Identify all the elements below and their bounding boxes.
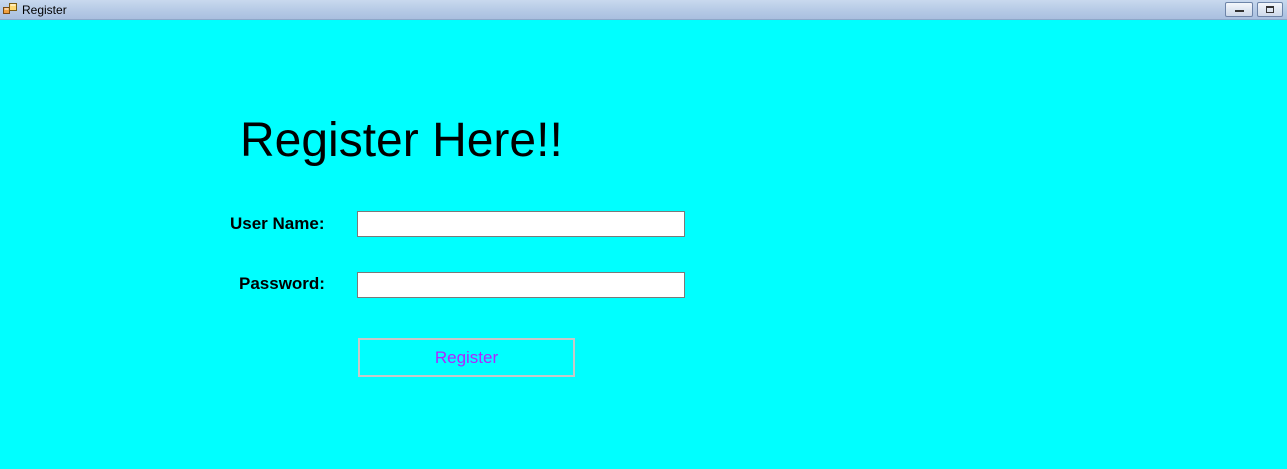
username-label: User Name:	[230, 214, 325, 233]
restore-button[interactable]	[1257, 2, 1283, 17]
form-window-icon[interactable]	[3, 3, 17, 16]
register-button[interactable]: Register	[358, 338, 575, 377]
password-field[interactable]	[357, 272, 685, 298]
minimize-icon	[1235, 10, 1244, 12]
title-bar[interactable]: Register	[0, 0, 1287, 20]
page-title: Register Here!!	[240, 114, 563, 167]
register-window: Register Register Here!! User Name: Pass…	[0, 0, 1287, 469]
minimize-button[interactable]	[1225, 2, 1253, 17]
username-field[interactable]	[357, 211, 685, 237]
password-label: Password:	[239, 274, 325, 293]
restore-icon	[1266, 6, 1274, 13]
window-title: Register	[22, 3, 67, 17]
